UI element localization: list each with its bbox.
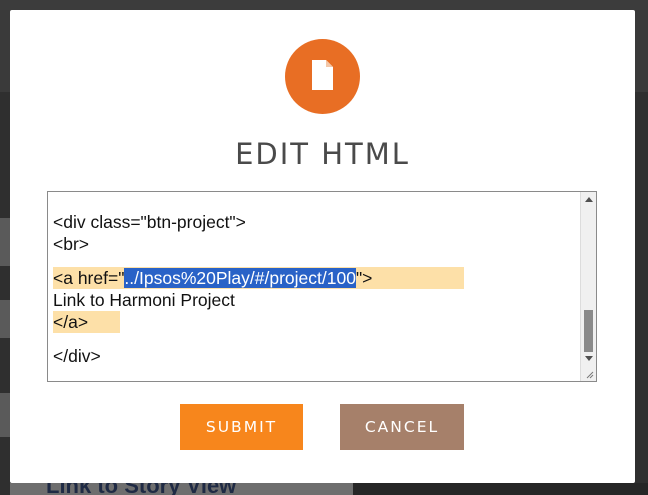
- background-strip: [0, 393, 10, 437]
- background-link: Link to Story View: [46, 483, 236, 495]
- background-top-bar: [0, 0, 648, 10]
- scroll-up-icon[interactable]: [585, 197, 593, 202]
- background-dark-area: [353, 483, 648, 495]
- code-line: <div class="btn-project">: [53, 212, 246, 232]
- submit-button[interactable]: SUBMIT: [180, 404, 303, 450]
- code-line: <br>: [53, 234, 89, 254]
- tag-suffix: ">: [355, 268, 373, 288]
- code-line: </div>: [53, 346, 101, 366]
- code-line-anchor-open: <a href="../Ipsos%20Play/#/project/100">: [53, 267, 583, 289]
- html-editor-textarea[interactable]: <div class="btn-project"> <br> <a href="…: [47, 191, 597, 382]
- tag-prefix: <a href=": [53, 268, 125, 288]
- resize-grip-icon[interactable]: [586, 371, 594, 379]
- background-panel: Link to Story View: [10, 483, 353, 495]
- scroll-thumb[interactable]: [584, 310, 593, 352]
- editor-content[interactable]: <div class="btn-project"> <br> <a href="…: [53, 211, 583, 367]
- dialog-title: EDIT HTML: [235, 137, 410, 171]
- background-strip: [0, 218, 10, 266]
- editor-scrollbar[interactable]: [580, 192, 596, 381]
- scroll-down-icon[interactable]: [585, 356, 593, 361]
- cancel-button[interactable]: CANCEL: [340, 404, 464, 450]
- background-strip: [0, 300, 10, 338]
- edit-html-dialog: EDIT HTML <div class="btn-project"> <br>…: [10, 10, 635, 483]
- code-line-anchor-close: </a>: [53, 311, 583, 333]
- document-icon: [285, 39, 360, 114]
- selected-text: ../Ipsos%20Play/#/project/100: [124, 268, 356, 288]
- code-line: Link to Harmoni Project: [53, 290, 235, 310]
